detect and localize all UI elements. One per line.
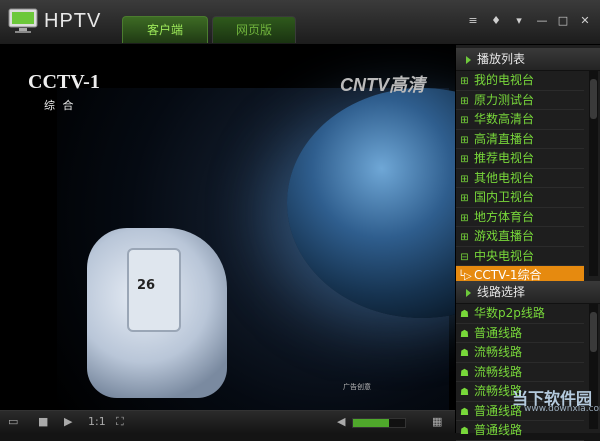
- list-item[interactable]: ☗ 流畅线路: [456, 363, 584, 382]
- watermark-url: www.downxia.com: [524, 404, 600, 414]
- playlist-header[interactable]: 播放列表: [456, 48, 600, 71]
- playlist-header-label: 播放列表: [477, 52, 526, 66]
- list-item-label: 推荐电视台: [474, 151, 535, 165]
- scroll-thumb[interactable]: [590, 79, 597, 119]
- list-item[interactable]: ⊞ 游戏直播台: [456, 227, 584, 247]
- list-item-label: 中央电视台: [474, 248, 535, 263]
- expand-icon[interactable]: ☗: [458, 326, 471, 343]
- list-item[interactable]: ☗ 流畅线路: [456, 343, 584, 363]
- triangle-icon: [466, 55, 471, 64]
- list-item-label: 国内卫视台: [474, 190, 535, 204]
- expand-icon[interactable]: ☗: [458, 306, 471, 323]
- minimize-icon[interactable]: —: [535, 14, 549, 28]
- list-item[interactable]: ☗ 华数p2p线路: [456, 304, 584, 324]
- list-item[interactable]: ☗ 普通线路: [456, 421, 584, 441]
- channel-sub: 综 合: [44, 99, 76, 112]
- list-item[interactable]: ☗ 普通线路: [456, 324, 584, 343]
- list-item-label: 普通线路: [474, 325, 523, 340]
- phone-image: 26: [127, 248, 181, 332]
- skin-icon[interactable]: ♦: [489, 14, 503, 28]
- dropdown-icon[interactable]: ▾: [512, 14, 526, 28]
- expand-icon[interactable]: ⊟: [458, 249, 471, 266]
- earth-image: [287, 88, 455, 318]
- close-icon[interactable]: ✕: [578, 14, 592, 28]
- expand-icon[interactable]: ⊞: [458, 132, 471, 149]
- list-item-label: 地方体育台: [474, 209, 535, 224]
- channel-logo: CCTV-1: [28, 71, 100, 93]
- app-title: HPTV: [44, 10, 102, 32]
- ratio-button[interactable]: 1:1: [88, 414, 106, 430]
- list-item-label: 原力测试台: [474, 92, 535, 107]
- list-item-label: 游戏直播台: [474, 229, 535, 243]
- playlist: ⊞ 我的电视台 ⊞ 原力测试台 ⊞ 华数高清台 ⊞ 高清直播台 ⊞ 推荐电视台 ⊞ 其他电视台 ⊞ 国内卫…: [456, 71, 584, 286]
- routes-header[interactable]: 线路选择: [456, 281, 600, 304]
- list-item-label: 华数高清台: [474, 112, 535, 126]
- expand-icon[interactable]: ☗: [458, 384, 471, 401]
- tv-logo-icon: [8, 8, 38, 33]
- list-item-label: 普通线路: [474, 423, 523, 437]
- triangle-icon: [466, 288, 471, 297]
- screen-icon[interactable]: ▭: [8, 414, 18, 430]
- scroll-thumb[interactable]: [590, 312, 597, 352]
- list-item-label: 高清直播台: [474, 131, 535, 146]
- stop-icon[interactable]: ■: [38, 414, 48, 430]
- expand-icon[interactable]: ⊞: [458, 93, 471, 110]
- list-item-label: 流畅线路: [474, 364, 523, 379]
- volume-icon[interactable]: ◀: [337, 414, 345, 430]
- menu-icon[interactable]: ≡: [466, 14, 480, 28]
- route-list: ☗ 华数p2p线路 ☗ 普通线路 ☗ 流畅线路 ☗ 流畅线路 ☗ 流畅线路 ☗ 普通线路 ☗ 普通线路: [456, 304, 584, 441]
- title-bar: HPTV 客户端 网页版 ≡ ♦ ▾ — □ ✕: [0, 0, 600, 45]
- list-item-label: 我的电视台: [474, 73, 535, 87]
- list-item[interactable]: ⊞ 高清直播台: [456, 130, 584, 149]
- volume-slider[interactable]: [352, 418, 406, 428]
- list-item-label: 华数p2p线路: [474, 306, 545, 320]
- expand-icon[interactable]: ⊞: [458, 229, 471, 246]
- control-bar: ▭ ■ ▶ 1:1 ⛶ ◀ ▦: [0, 410, 455, 434]
- tab-client[interactable]: 客户端: [122, 16, 208, 43]
- list-item[interactable]: ⊞ 华数高清台: [456, 110, 584, 130]
- expand-icon[interactable]: ☗: [458, 423, 471, 440]
- volume-fill: [353, 419, 390, 427]
- list-item[interactable]: ⊞ 我的电视台: [456, 71, 584, 91]
- side-panel: 播放列表 ⊞ 我的电视台 ⊞ 原力测试台 ⊞ 华数高清台 ⊞ 高清直播台 ⊞ 推荐电视台 ⊞ 其他电视…: [455, 45, 600, 441]
- list-item[interactable]: ⊞ 推荐电视台: [456, 149, 584, 169]
- expand-icon[interactable]: ⊞: [458, 151, 471, 168]
- list-item[interactable]: ⊞ 地方体育台: [456, 208, 584, 227]
- expand-icon[interactable]: ⊞: [458, 73, 471, 90]
- list-item[interactable]: ⊟ 中央电视台: [456, 247, 584, 266]
- list-item-label: 其他电视台: [474, 170, 535, 185]
- maximize-icon[interactable]: □: [556, 14, 570, 28]
- list-item[interactable]: ⊞ 原力测试台: [456, 91, 584, 110]
- layout-icon[interactable]: ▦: [432, 414, 442, 430]
- play-icon[interactable]: ▶: [64, 414, 72, 430]
- video-scene: 26: [57, 88, 455, 410]
- expand-icon[interactable]: ☗: [458, 404, 471, 421]
- cntv-logo: CNTV高清: [340, 75, 425, 95]
- ad-text: 广告创意: [343, 383, 371, 391]
- list-item[interactable]: ⊞ 其他电视台: [456, 169, 584, 188]
- expand-icon[interactable]: ⊞: [458, 190, 471, 207]
- list-item-label: CCTV-1综合: [474, 268, 542, 282]
- tab-web[interactable]: 网页版: [212, 16, 296, 43]
- list-item-label: 流畅线路: [474, 345, 523, 359]
- expand-icon[interactable]: ⊞: [458, 210, 471, 227]
- expand-icon[interactable]: ☗: [458, 365, 471, 382]
- routes-header-label: 线路选择: [477, 285, 526, 299]
- expand-icon[interactable]: ☗: [458, 345, 471, 362]
- expand-icon[interactable]: ⊞: [458, 112, 471, 129]
- playlist-scrollbar[interactable]: [589, 71, 598, 276]
- phone-reading: 26: [137, 278, 156, 293]
- list-item[interactable]: ⊞ 国内卫视台: [456, 188, 584, 208]
- video-player[interactable]: 26 CCTV-1 综 合 CNTV高清 广告创意: [0, 45, 455, 410]
- expand-icon[interactable]: ⊞: [458, 171, 471, 188]
- fullscreen-icon[interactable]: ⛶: [116, 414, 124, 430]
